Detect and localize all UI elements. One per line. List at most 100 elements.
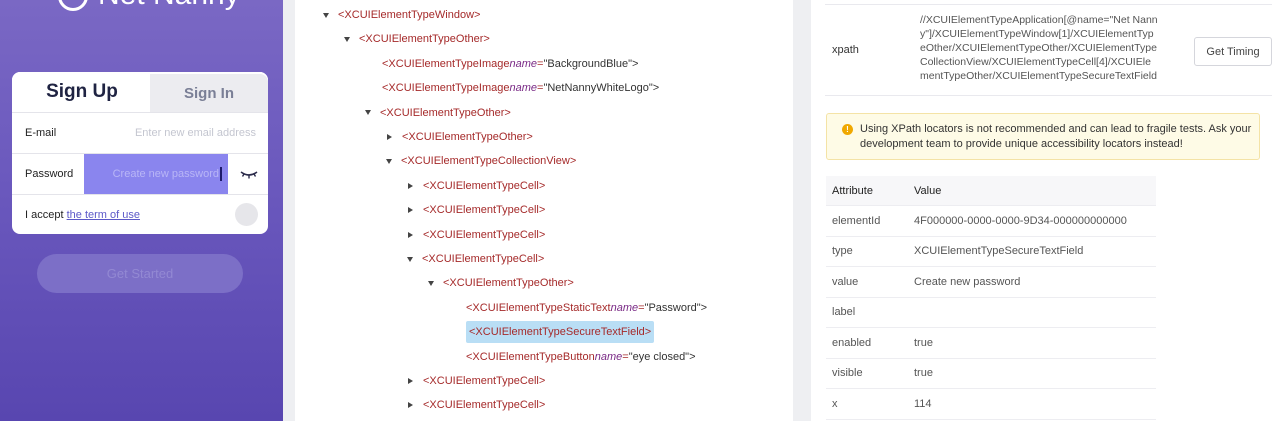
tree-node-attr-name: name [594, 350, 623, 363]
tree-node[interactable]: <XCUIElementTypeCell> [407, 224, 545, 246]
tree-node-attr-value: "BackgroundBlue"> [543, 57, 639, 70]
attribute-value: true [914, 367, 933, 380]
app-logo: Net Nanny [58, 0, 240, 12]
attribute-value: true [914, 336, 933, 349]
xpath-label: xpath [832, 44, 859, 56]
tree-node[interactable]: <XCUIElementTypeButton name = "eye closed"… [466, 346, 696, 368]
text-caret [220, 167, 222, 181]
get-timing-button[interactable]: Get Timing [1194, 37, 1272, 66]
expand-caret-icon[interactable] [408, 182, 413, 189]
xpath-value: //XCUIElementTypeApplication[@name="Net … [920, 14, 1158, 82]
expand-caret-icon[interactable] [408, 402, 413, 409]
tree-node[interactable]: <XCUIElementTypeCell> [407, 394, 545, 416]
tree-node-tag: <XCUIElementTypeOther> [359, 33, 490, 46]
expand-caret-icon[interactable] [387, 134, 392, 140]
tree-node-attr-name: name [610, 301, 639, 314]
attribute-name: type [832, 245, 853, 258]
table-row: label [826, 298, 1156, 328]
tree-node[interactable]: <XCUIElementTypeCollectionView> [386, 150, 576, 172]
collapse-caret-icon[interactable] [365, 110, 371, 116]
accept-checkbox[interactable] [235, 203, 258, 226]
expand-caret-icon[interactable] [408, 378, 413, 384]
collapse-caret-icon[interactable] [344, 36, 350, 42]
tree-node[interactable]: <XCUIElementTypeCell> [407, 370, 545, 392]
tree-node-tag: <XCUIElementTypeCollectionView> [401, 155, 577, 168]
tree-node-attr-name: name [509, 82, 538, 95]
collapse-caret-icon[interactable] [407, 256, 413, 262]
table-row: visible true [826, 359, 1156, 389]
collapse-caret-icon[interactable] [323, 12, 329, 18]
tree-node[interactable]: <XCUIElementTypeCell> [407, 175, 545, 197]
eye-closed-icon[interactable] [240, 167, 258, 181]
panel-divider [793, 0, 811, 421]
tree-node[interactable]: <XCUIElementTypeOther> [365, 102, 511, 124]
tree-node[interactable]: <XCUIElementTypeOther> [428, 272, 574, 294]
tree-node[interactable]: <XCUIElementTypeImage name = "NetNannyWhit… [382, 77, 659, 99]
tab-sign-in[interactable]: Sign In [150, 74, 268, 112]
tree-node[interactable]: <XCUIElementTypeWindow> [323, 4, 480, 26]
tree-node-tag: <XCUIElementTypeButton [466, 350, 595, 363]
tree-node[interactable]: <XCUIElementTypeCell> [407, 248, 544, 270]
table-row: type XCUIElementTypeSecureTextField [826, 237, 1156, 267]
tree-node-attr-value: "NetNannyWhiteLogo"> [543, 82, 660, 95]
tree-node-tag: <XCUIElementTypeCell> [423, 179, 546, 192]
tree-node-tag: <XCUIElementTypeSecureTextField> [469, 326, 652, 339]
expand-caret-icon[interactable] [408, 207, 413, 214]
email-row: E-mail Enter new email address [12, 112, 268, 152]
panel-divider [283, 0, 295, 421]
tree-node-tag: <XCUIElementTypeOther> [402, 131, 533, 143]
collapse-caret-icon[interactable] [428, 280, 434, 286]
tree-node-attr-value: "eye closed"> [628, 350, 696, 363]
tree-node[interactable]: <XCUIElementTypeImage name = "BackgroundBl… [382, 53, 638, 75]
password-field[interactable]: Create new password [84, 154, 228, 194]
terms-row: I accept the term of use [12, 194, 268, 234]
tree-node-attr-value: "Password"> [644, 301, 708, 314]
source-tree-panel: <XCUIElementTypeWindow> <XCUIElementTypeO… [295, 0, 793, 421]
attribute-name: label [832, 306, 856, 319]
tree-node[interactable]: <XCUIElementTypeOther> [386, 126, 533, 148]
xpath-warning: ! Using XPath locators is not recommende… [826, 113, 1260, 160]
table-row: enabled true [826, 328, 1156, 359]
tree-node[interactable]: <XCUIElementTypeCell> [407, 199, 545, 221]
logo-text: Net Nanny [98, 0, 240, 11]
accept-label: I accept [25, 208, 64, 221]
password-placeholder: Create new password [112, 168, 219, 180]
get-started-button[interactable]: Get Started [37, 254, 243, 293]
terms-link[interactable]: the term of use [67, 209, 140, 221]
signup-card: Sign In Sign Up E-mail Enter new email a… [12, 72, 268, 234]
attribute-value: 114 [914, 397, 932, 410]
tree-node[interactable]: <XCUIElementTypeOther> [344, 28, 490, 50]
column-header-value: Value [914, 184, 942, 197]
terms-text: I accept the term of use [12, 209, 140, 221]
tree-node-attr-name: name [509, 57, 538, 70]
password-row: Password Create new password [12, 153, 268, 194]
app-preview-panel[interactable]: Net Nanny Sign In Sign Up E-mail Enter n… [0, 0, 283, 421]
attribute-name: visible [832, 367, 863, 380]
warning-icon: ! [842, 124, 853, 135]
tree-node-tag: <XCUIElementTypeCell> [422, 253, 545, 265]
expand-caret-icon[interactable] [408, 231, 413, 238]
tree-node-tag: <XCUIElementTypeImage [382, 82, 510, 95]
tree-node-tag: <XCUIElementTypeCell> [423, 228, 546, 241]
xpath-row: xpath //XCUIElementTypeApplication[@name… [825, 4, 1272, 96]
email-field[interactable]: Enter new email address [84, 127, 268, 139]
attribute-value: Create new password [914, 275, 1021, 288]
tree-node-tag: <XCUIElementTypeStaticText [466, 301, 611, 314]
attribute-value: XCUIElementTypeSecureTextField [914, 245, 1084, 258]
table-header: Attribute Value [826, 176, 1156, 206]
column-header-attribute: Attribute [832, 184, 873, 197]
table-row: value Create new password [826, 267, 1156, 298]
attribute-name: elementId [832, 214, 881, 227]
tree-node[interactable]: <XCUIElementTypeStaticText name = "Passwor… [466, 297, 707, 319]
tree-node[interactable]: <XCUIElementTypeSecureTextField> [466, 321, 655, 344]
warning-text: Using XPath locators is not recommended … [860, 123, 1252, 150]
collapse-caret-icon[interactable] [386, 158, 392, 164]
attributes-table: Attribute Value elementId 4F000000-0000-0… [826, 176, 1156, 420]
password-label: Password [25, 167, 74, 180]
tree-node-tag: <XCUIElementTypeOther> [443, 277, 574, 290]
auth-tabs: Sign In Sign Up [12, 72, 268, 112]
tab-sign-up[interactable]: Sign Up [12, 72, 152, 112]
selected-element-panel: xpath //XCUIElementTypeApplication[@name… [811, 0, 1280, 421]
tree-node-tag: <XCUIElementTypeCell> [423, 375, 546, 387]
attribute-name: x [832, 397, 838, 410]
